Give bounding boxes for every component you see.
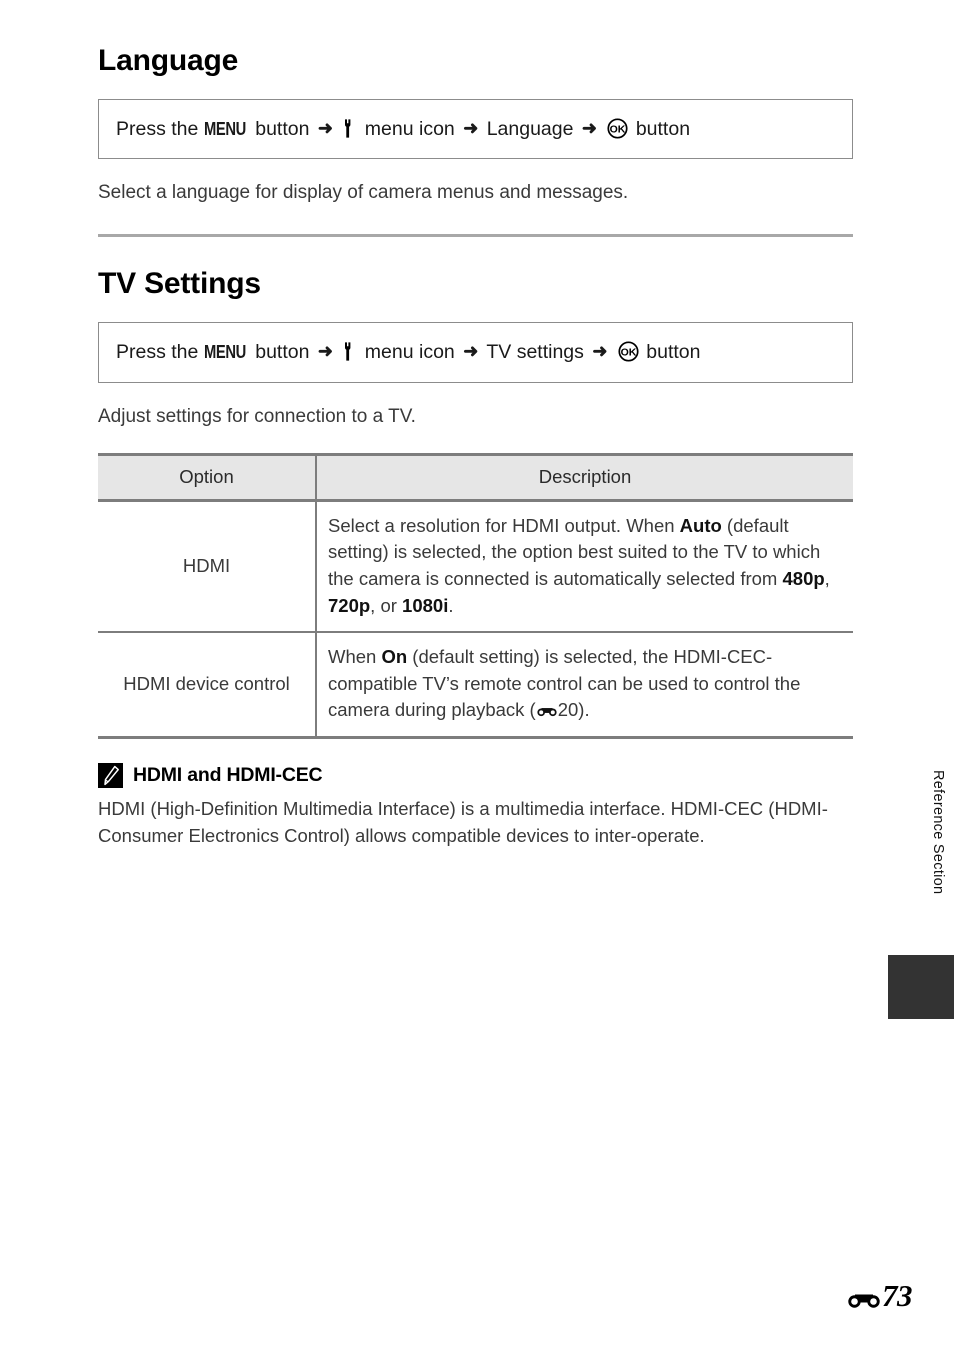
- side-tab-block: [888, 955, 954, 1019]
- column-header-description: Description: [316, 452, 853, 502]
- page-footer: 73: [0, 1278, 913, 1314]
- page-number: 73: [882, 1278, 913, 1313]
- column-header-option: Option: [98, 452, 317, 502]
- cell-option-name: HDMI: [98, 500, 317, 634]
- cell-option-description: Select a resolution for HDMI output. Whe…: [316, 500, 853, 634]
- menu-icon-label: menu icon: [364, 118, 455, 140]
- menu-button-glyph: MENU: [203, 342, 246, 363]
- menu-path-box-tv-settings: Press the MENU button ➜ menu icon ➜ TV s…: [98, 322, 853, 383]
- button-word: button: [646, 341, 701, 364]
- note-body-text: HDMI (High-Definition Multimedia Interfa…: [98, 798, 828, 846]
- arrow-icon: ➜: [581, 118, 597, 138]
- svg-text:OK: OK: [610, 124, 626, 136]
- menu-path-target: TV settings: [486, 341, 584, 364]
- setup-menu-wrench-icon: [343, 342, 356, 361]
- note-header: HDMI and HDMI-CEC: [98, 763, 853, 789]
- arrow-icon: ➜: [317, 341, 333, 362]
- ok-button-icon: OK: [618, 341, 639, 362]
- manual-page: Language Press the MENU button ➜ menu ic…: [0, 0, 954, 1345]
- tv-settings-options-table: Option Description HDMI Select a resolut…: [98, 452, 853, 740]
- pencil-note-icon: [98, 763, 123, 789]
- table-body: HDMI Select a resolution for HDMI output…: [98, 500, 853, 740]
- page-title-tv-settings: TV Settings: [98, 267, 261, 301]
- menu-button-glyph: MENU: [203, 119, 246, 139]
- press-the-label: Press the: [116, 118, 199, 140]
- section-divider: [98, 234, 853, 238]
- table-row: HDMI device control When On (default set…: [98, 632, 853, 740]
- cell-option-name: HDMI device control: [98, 632, 317, 740]
- menu-path-target: Language: [486, 118, 574, 140]
- svg-text:OK: OK: [620, 347, 636, 359]
- arrow-icon: ➜: [592, 341, 608, 362]
- setup-menu-wrench-icon: [343, 119, 356, 138]
- ok-button-icon: OK: [607, 118, 628, 139]
- button-word: button: [635, 118, 691, 140]
- arrow-icon: ➜: [463, 341, 479, 362]
- menu-icon-label: menu icon: [364, 341, 455, 364]
- menu-path-line: Press the MENU button ➜ menu icon ➜ Lang…: [116, 117, 836, 141]
- arrow-icon: ➜: [463, 118, 479, 138]
- arrow-icon: ➜: [317, 118, 333, 138]
- menu-path-line: Press the MENU button ➜ menu icon ➜ TV s…: [116, 340, 836, 364]
- note-title: HDMI and HDMI-CEC: [133, 764, 323, 787]
- side-tab-label: Reference Section: [930, 770, 946, 895]
- reference-section-icon: [846, 1288, 882, 1309]
- page-content: Language Press the MENU button ➜ menu ic…: [98, 44, 853, 849]
- section-description-tv-settings: Adjust settings for connection to a TV.: [98, 405, 416, 427]
- menu-path-box-language: Press the MENU button ➜ menu icon ➜ Lang…: [98, 99, 853, 160]
- cell-option-description: When On (default setting) is selected, t…: [316, 632, 853, 740]
- note-block: HDMI and HDMI-CEC HDMI (High-Definition …: [98, 763, 853, 849]
- press-the-label: Press the: [116, 341, 199, 364]
- button-word: button: [255, 118, 310, 140]
- section-description-language: Select a language for display of camera …: [98, 182, 629, 204]
- table-header-row: Option Description: [98, 452, 853, 502]
- page-title-language: Language: [98, 44, 239, 77]
- table-row: HDMI Select a resolution for HDMI output…: [98, 500, 853, 634]
- button-word: button: [255, 341, 310, 364]
- reference-section-icon: [536, 698, 558, 717]
